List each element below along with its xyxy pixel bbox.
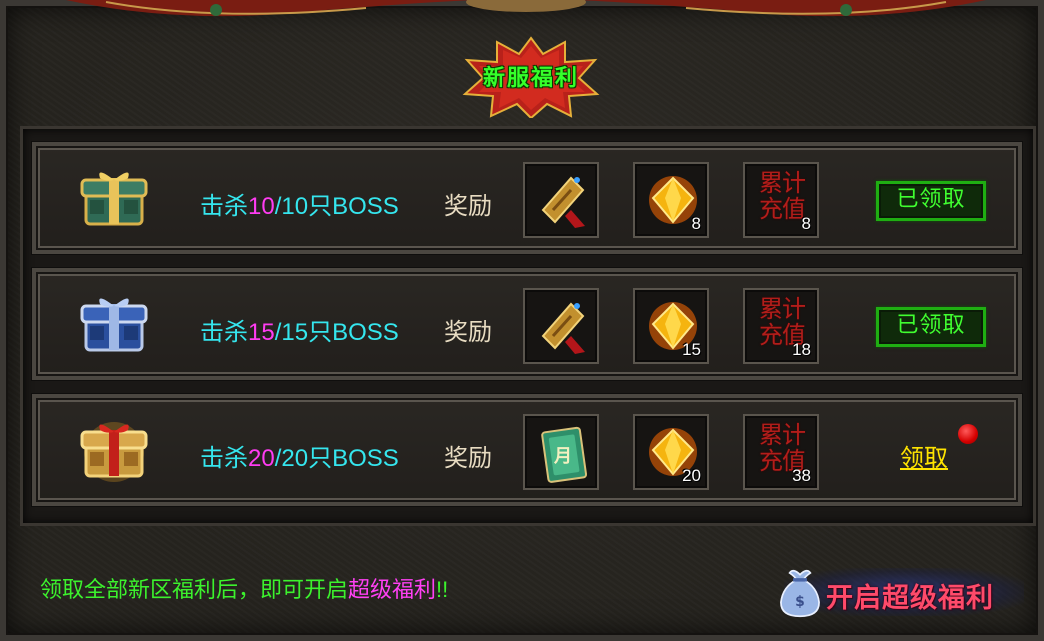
open-super-welfare-button[interactable]: $ 开启超级福利: [766, 554, 1024, 626]
kill-progress-text: 击杀15/15只BOSS: [200, 319, 399, 346]
item-count: 8: [691, 214, 701, 233]
reward-label: 奖励: [444, 445, 492, 472]
reward-slot[interactable]: 8: [633, 162, 709, 238]
item-count: 38: [792, 466, 811, 485]
notification-dot: [958, 424, 978, 444]
svg-text:$: $: [795, 594, 805, 610]
kill-count: 10: [248, 193, 275, 220]
reward-label: 奖励: [444, 193, 492, 220]
kill-count: 15: [248, 319, 275, 346]
page-title: 新服福利: [482, 65, 579, 91]
kill-progress-text: 击杀10/10只BOSS: [200, 193, 399, 220]
reward-slot[interactable]: 20: [633, 414, 709, 490]
item-count: 20: [682, 466, 701, 485]
reward-slot[interactable]: 累计 充值 18: [743, 288, 819, 364]
footer-note: 领取全部新区福利后，即可开启超级福利!!: [40, 577, 449, 602]
claimed-button[interactable]: 已领取: [876, 181, 986, 221]
svg-text:月: 月: [553, 446, 572, 467]
item-count: 8: [801, 214, 811, 233]
reward-slot[interactable]: [523, 288, 599, 364]
reward-slot[interactable]: 累计 充值 38: [743, 414, 819, 490]
reward-slot[interactable]: [523, 162, 599, 238]
reward-slot[interactable]: 15: [633, 288, 709, 364]
blue-chest-icon: [80, 298, 148, 352]
reward-label: 奖励: [444, 319, 492, 346]
kill-count: 20: [248, 445, 275, 472]
item-count: 15: [682, 340, 701, 359]
top-ornament: [66, 0, 986, 17]
reward-row: 击杀15/15只BOSS 奖励 15 累计 充值 18 已领取: [32, 268, 1022, 380]
new-server-welfare-panel: 新服福利 击杀10/10只BOSS 奖励 8 累计 充值 8 已领取 击杀15/…: [0, 0, 1044, 641]
medal-icon: [541, 302, 585, 354]
item-count: 18: [792, 340, 811, 359]
claim-button[interactable]: 领取: [900, 438, 948, 473]
medal-icon: [541, 176, 585, 228]
super-button-label: 开启超级福利: [826, 583, 994, 614]
green-chest-icon: [80, 172, 148, 226]
reward-row: 击杀10/10只BOSS 奖励 8 累计 充值 8 已领取: [32, 142, 1022, 254]
footer-highlight: 超级福利: [348, 577, 437, 602]
claimed-button[interactable]: 已领取: [876, 307, 986, 347]
reward-slot[interactable]: 累计 充值 8: [743, 162, 819, 238]
money-bag-icon: $: [780, 569, 820, 618]
reward-slot[interactable]: 月: [523, 414, 599, 490]
kill-progress-text: 击杀20/20只BOSS: [200, 445, 399, 472]
red-chest-icon: [80, 422, 148, 482]
reward-row: 击杀20/20只BOSS 奖励 月 20 累计 充值 38 领取: [32, 394, 1022, 506]
monthly-card-icon: 月: [541, 426, 588, 483]
